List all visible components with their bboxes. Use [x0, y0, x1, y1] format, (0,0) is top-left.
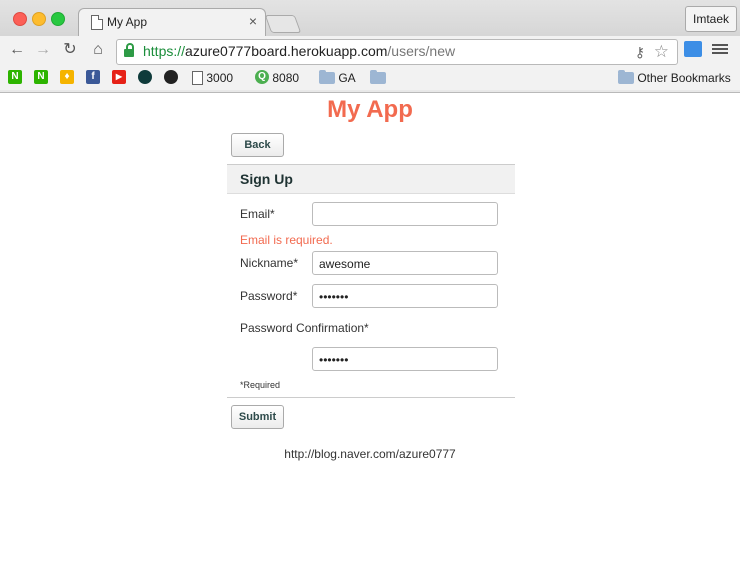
tab-title: My App	[107, 15, 148, 29]
bookmark-3000[interactable]: 3000	[192, 70, 233, 86]
youtube-icon: ▶	[112, 70, 126, 84]
naver-icon: N	[8, 70, 22, 84]
bookmark-star-icon[interactable]: ☆	[654, 42, 669, 62]
lock-icon	[124, 43, 134, 57]
extension-icon[interactable]	[684, 41, 702, 57]
submit-button[interactable]: Submit	[231, 405, 284, 429]
back-arrow-icon[interactable]: ←	[7, 40, 27, 60]
address-bar[interactable]: https://azure0777board.herokuapp.com/use…	[116, 39, 678, 65]
folder-icon	[370, 70, 386, 84]
bookmark-youtube[interactable]: ▶	[112, 70, 126, 86]
nickname-label: Nickname*	[240, 256, 299, 270]
minimize-window-button[interactable]	[32, 12, 46, 26]
bookmark-naver-2[interactable]: N	[34, 70, 48, 86]
zoom-window-button[interactable]	[51, 12, 65, 26]
form-divider	[227, 397, 515, 398]
document-icon	[91, 15, 103, 30]
bookmark-github[interactable]	[164, 70, 178, 86]
bookmark-facebook[interactable]: f	[86, 70, 100, 86]
home-icon[interactable]: ⌂	[88, 40, 108, 60]
bookmark-circle-app[interactable]	[138, 70, 152, 86]
footer-link[interactable]: http://blog.naver.com/azure0777	[0, 447, 740, 461]
toolbar: ← → ↻ ⌂ https://azure0777board.herokuapp…	[0, 36, 740, 66]
bookmark-naver-1[interactable]: N	[8, 70, 22, 86]
naver-icon: N	[34, 70, 48, 84]
email-label: Email*	[240, 207, 275, 221]
nickname-field[interactable]: awesome	[312, 251, 498, 275]
menu-icon[interactable]	[712, 42, 728, 56]
bookmark-keep[interactable]: ♦	[60, 70, 74, 86]
browser-chrome: My App × Imtaek ← → ↻ ⌂ https://azure077…	[0, 0, 740, 93]
password-field[interactable]: •••••••	[312, 284, 498, 308]
circle-app-icon	[138, 70, 152, 84]
forward-arrow-icon[interactable]: →	[33, 40, 53, 60]
tab-my-app[interactable]: My App ×	[78, 8, 266, 37]
password-confirmation-label: Password Confirmation*	[240, 321, 369, 335]
q-icon: Q	[255, 70, 269, 84]
close-window-button[interactable]	[13, 12, 27, 26]
form-header: Sign Up	[227, 164, 515, 194]
tab-strip: My App × Imtaek	[0, 0, 740, 37]
profile-button[interactable]: Imtaek	[685, 6, 737, 32]
email-field[interactable]	[312, 202, 498, 226]
reload-icon[interactable]: ↻	[60, 40, 80, 60]
github-icon	[164, 70, 178, 84]
password-label: Password*	[240, 289, 298, 303]
folder-icon	[319, 70, 335, 84]
bookmark-folder[interactable]	[370, 70, 386, 86]
form-heading: Sign Up	[240, 171, 293, 187]
required-note: *Required	[240, 380, 281, 390]
new-tab-button[interactable]	[264, 15, 302, 33]
key-icon[interactable]: ⚷	[635, 44, 645, 61]
email-error-message: Email is required.	[240, 233, 333, 247]
facebook-icon: f	[86, 70, 100, 84]
password-confirmation-field[interactable]: •••••••	[312, 347, 498, 371]
back-button[interactable]: Back	[231, 133, 284, 157]
keep-icon: ♦	[60, 70, 74, 84]
document-icon	[192, 71, 203, 85]
bookmarks-bar: N N ♦ f ▶ 3000 Q 8080 GA Other Bookmarks	[0, 66, 740, 90]
bookmark-ga[interactable]: GA	[319, 70, 356, 86]
bookmark-8080[interactable]: Q 8080	[255, 70, 299, 86]
other-bookmarks[interactable]: Other Bookmarks	[618, 70, 731, 86]
tab-close-icon[interactable]: ×	[249, 13, 257, 29]
page-title: My App	[327, 96, 413, 123]
folder-icon	[618, 70, 634, 84]
url-text: https://azure0777board.herokuapp.com/use…	[143, 43, 456, 59]
